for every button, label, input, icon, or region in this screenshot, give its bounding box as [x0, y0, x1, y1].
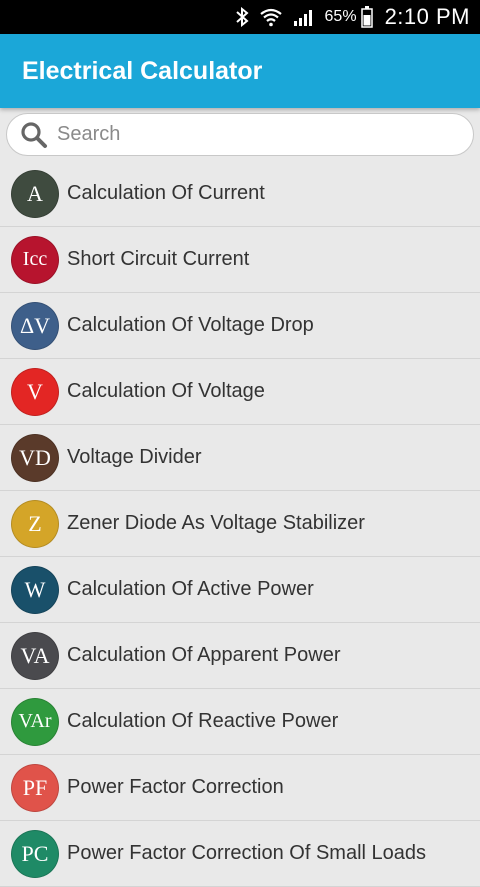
wifi-icon: [259, 7, 283, 27]
item-avatar: PF: [11, 763, 59, 812]
item-avatar: VD: [11, 433, 59, 482]
list-item[interactable]: W Calculation Of Active Power: [0, 557, 480, 623]
item-label: Short Circuit Current: [67, 248, 250, 270]
list-item[interactable]: VD Voltage Divider: [0, 425, 480, 491]
list-item[interactable]: V Calculation Of Voltage: [0, 359, 480, 425]
item-label: Voltage Divider: [67, 446, 202, 468]
list-item[interactable]: VAr Calculation Of Reactive Power: [0, 689, 480, 755]
item-label: Calculation Of Voltage: [67, 380, 265, 402]
calculator-list: A Calculation Of Current Icc Short Circuit …: [0, 161, 480, 887]
item-label: Zener Diode As Voltage Stabilizer: [67, 512, 365, 534]
item-label: Calculation Of Active Power: [67, 578, 314, 600]
list-item[interactable]: PF Power Factor Correction: [0, 755, 480, 821]
item-label: Power Factor Correction: [67, 776, 284, 798]
battery-percent: 65%: [324, 8, 357, 25]
item-avatar: W: [11, 565, 59, 614]
status-bar: 65% 2:10 PM: [0, 0, 480, 34]
signal-icon: [293, 7, 317, 27]
item-avatar: Icc: [11, 235, 59, 284]
app-bar: Electrical Calculator: [0, 34, 480, 108]
list-item[interactable]: Z Zener Diode As Voltage Stabilizer: [0, 491, 480, 557]
search-bar[interactable]: [6, 113, 474, 156]
list-item[interactable]: A Calculation Of Current: [0, 161, 480, 227]
search-input[interactable]: [55, 122, 459, 147]
item-avatar: Z: [11, 499, 59, 548]
list-item[interactable]: Icc Short Circuit Current: [0, 227, 480, 293]
item-avatar: A: [11, 169, 59, 218]
item-avatar: ΔV: [11, 301, 59, 350]
status-time: 2:10 PM: [384, 4, 470, 29]
item-label: Calculation Of Voltage Drop: [67, 314, 314, 336]
battery-icon: [360, 6, 373, 28]
item-label: Calculation Of Current: [67, 182, 265, 204]
search-icon: [17, 118, 51, 152]
item-label: Calculation Of Reactive Power: [67, 710, 339, 732]
item-avatar: VAr: [11, 697, 59, 746]
list-item[interactable]: VA Calculation Of Apparent Power: [0, 623, 480, 689]
list-item[interactable]: ΔV Calculation Of Voltage Drop: [0, 293, 480, 359]
item-avatar: VA: [11, 631, 59, 680]
app-title: Electrical Calculator: [22, 56, 263, 85]
item-avatar: V: [11, 367, 59, 416]
list-item[interactable]: PC Power Factor Correction Of Small Loads: [0, 821, 480, 887]
bluetooth-icon: [235, 7, 249, 27]
item-label: Calculation Of Apparent Power: [67, 644, 341, 666]
